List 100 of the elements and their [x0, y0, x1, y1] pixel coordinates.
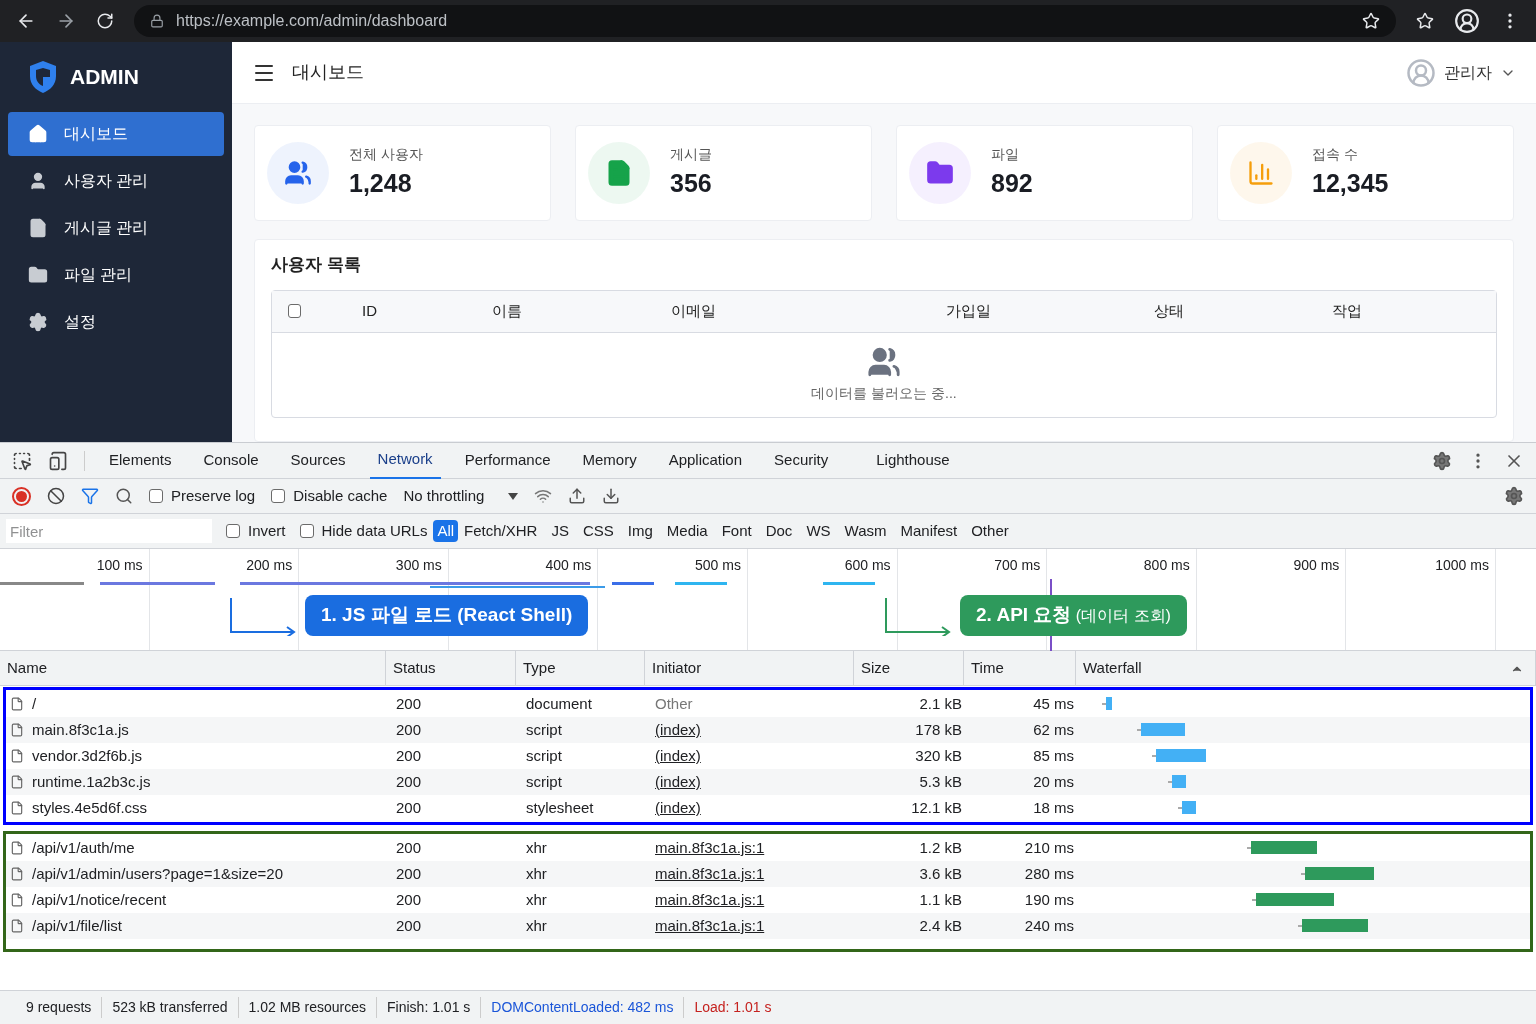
nav-item[interactable]: 게시글 관리: [8, 206, 224, 250]
column-header[interactable]: 이름: [438, 299, 576, 323]
request-row[interactable]: /api/v1/admin/users?page=1&size=20 200 xhr main.8f3c1a.js:1 3.6 kB 280 ms: [6, 861, 1530, 887]
lock-icon: [150, 14, 164, 28]
tick-label: 700 ms: [994, 556, 1041, 575]
type-filter[interactable]: All: [433, 519, 459, 543]
request-row[interactable]: /api/v1/file/list 200 xhr main.8f3c1a.js:1 2.4 kB 240 ms: [6, 913, 1530, 939]
nav-item[interactable]: 사용자 관리: [8, 159, 224, 203]
select-all-checkbox[interactable]: [288, 304, 301, 318]
column-header[interactable]: 이메일: [575, 299, 813, 323]
star-icon[interactable]: [1362, 12, 1380, 30]
column-header[interactable]: ID: [300, 299, 439, 323]
download-icon[interactable]: [602, 487, 621, 505]
record-icon[interactable]: [12, 486, 31, 506]
preserve-log-checkbox[interactable]: [149, 489, 163, 503]
time-cell: 18 ms: [1033, 798, 1074, 816]
size-cell: 178 kB: [915, 720, 962, 738]
devtools-tab[interactable]: Console: [195, 442, 267, 479]
address-bar[interactable]: https://example.com/admin/dashboard: [134, 5, 1396, 37]
devtools-tab[interactable]: Elements: [101, 442, 180, 479]
initiator-link[interactable]: (index): [655, 798, 701, 816]
request-row[interactable]: runtime.1a2b3c.js 200 script (index) 5.3 kB 20 ms: [6, 769, 1530, 795]
hide-data-urls-checkbox[interactable]: [299, 524, 314, 538]
type-filter[interactable]: Img: [627, 519, 653, 543]
wifi-icon[interactable]: [534, 487, 553, 505]
time-cell: 62 ms: [1033, 720, 1074, 738]
device-icon[interactable]: [48, 450, 68, 471]
tick-label: 100 ms: [96, 556, 143, 575]
time-cell: 190 ms: [1024, 890, 1074, 908]
nav-item[interactable]: 설정: [8, 300, 224, 344]
settings-icon: [28, 312, 48, 332]
devtools-tab[interactable]: Sources: [282, 442, 354, 479]
column-header[interactable]: Time: [964, 651, 1076, 685]
time-cell: 280 ms: [1024, 864, 1074, 882]
initiator-link[interactable]: (index): [655, 720, 701, 738]
settings-icon[interactable]: [1504, 486, 1524, 506]
clear-icon[interactable]: [47, 487, 65, 505]
column-header[interactable]: 작업: [1214, 299, 1480, 323]
time-cell: 210 ms: [1024, 838, 1074, 856]
type-filter[interactable]: Other: [971, 519, 1009, 543]
devtools-tab[interactable]: Lighthouse: [868, 442, 958, 479]
initiator-link[interactable]: main.8f3c1a.js:1: [655, 916, 765, 934]
initiator-link[interactable]: main.8f3c1a.js:1: [655, 838, 765, 856]
type-filter[interactable]: Manifest: [900, 519, 958, 543]
type-cell-text: xhr: [525, 863, 548, 884]
invert-checkbox[interactable]: [226, 524, 240, 538]
devtools-tab[interactable]: Memory: [574, 442, 645, 479]
search-icon[interactable]: [115, 487, 133, 505]
file-icon: [10, 749, 24, 763]
devtools-tab[interactable]: Security: [766, 442, 837, 479]
type-filter[interactable]: Media: [666, 519, 708, 543]
star-icon[interactable]: [1416, 12, 1434, 30]
type-cell-text: xhr: [525, 837, 548, 858]
column-header[interactable]: Status: [386, 651, 516, 685]
initiator-link[interactable]: (index): [655, 772, 701, 790]
column-header[interactable]: 상태: [1123, 299, 1215, 323]
filter-icon[interactable]: [81, 487, 99, 505]
throttling-select[interactable]: No throttling: [403, 484, 519, 508]
request-name: /api/v1/auth/me: [32, 837, 135, 858]
type-filter[interactable]: Wasm: [844, 519, 887, 543]
reload-icon[interactable]: [96, 12, 114, 30]
type-filter[interactable]: WS: [806, 519, 831, 543]
nav-item[interactable]: 대시보드: [8, 112, 224, 156]
column-header[interactable]: Initiator: [645, 651, 854, 685]
devtools-tab[interactable]: Application: [660, 442, 751, 479]
file-icon: [10, 775, 24, 789]
column-header[interactable]: Type: [516, 651, 645, 685]
type-cell-text: script: [525, 745, 563, 766]
request-row[interactable]: main.8f3c1a.js 200 script (index) 178 kB 62 ms: [6, 717, 1530, 743]
type-filter[interactable]: JS: [551, 519, 569, 543]
upload-icon[interactable]: [568, 487, 587, 505]
type-filter[interactable]: CSS: [582, 519, 614, 543]
profile-icon[interactable]: [1454, 8, 1480, 34]
size-cell: 12.1 kB: [911, 798, 962, 816]
status-cell-text: 200: [395, 863, 423, 884]
status-cell-text: 200: [395, 771, 423, 792]
column-header[interactable]: Size: [854, 651, 964, 685]
devtools-tab[interactable]: Performance: [456, 442, 559, 479]
filter-field[interactable]: Filter: [6, 519, 212, 543]
user-menu[interactable]: 관리자: [1444, 60, 1492, 85]
size-cell: 2.1 kB: [919, 694, 962, 712]
size-cell: 1.2 kB: [919, 838, 962, 856]
disable-cache-checkbox[interactable]: [271, 489, 286, 503]
nav-item[interactable]: 파일 관리: [8, 253, 224, 297]
type-filter[interactable]: Doc: [765, 519, 793, 543]
column-header[interactable]: 가입일: [812, 299, 1124, 323]
column-header[interactable]: Name: [0, 651, 386, 685]
initiator-link[interactable]: main.8f3c1a.js:1: [655, 864, 765, 882]
type-filter[interactable]: Fetch/XHR: [464, 519, 538, 543]
stat-label: 전체 사용자: [349, 144, 423, 164]
type-filter[interactable]: Font: [721, 519, 752, 543]
document-icon: [28, 218, 48, 238]
initiator-link[interactable]: main.8f3c1a.js:1: [655, 890, 765, 908]
size-cell: 320 kB: [915, 746, 962, 764]
inspect-icon[interactable]: [12, 450, 32, 471]
stat-value: 356: [670, 167, 712, 199]
initiator-link[interactable]: (index): [655, 746, 701, 764]
settings-icon[interactable]: [1432, 450, 1452, 471]
file-icon: [10, 723, 24, 737]
loading-text: 데이터를 불러오는 중...: [811, 384, 957, 403]
